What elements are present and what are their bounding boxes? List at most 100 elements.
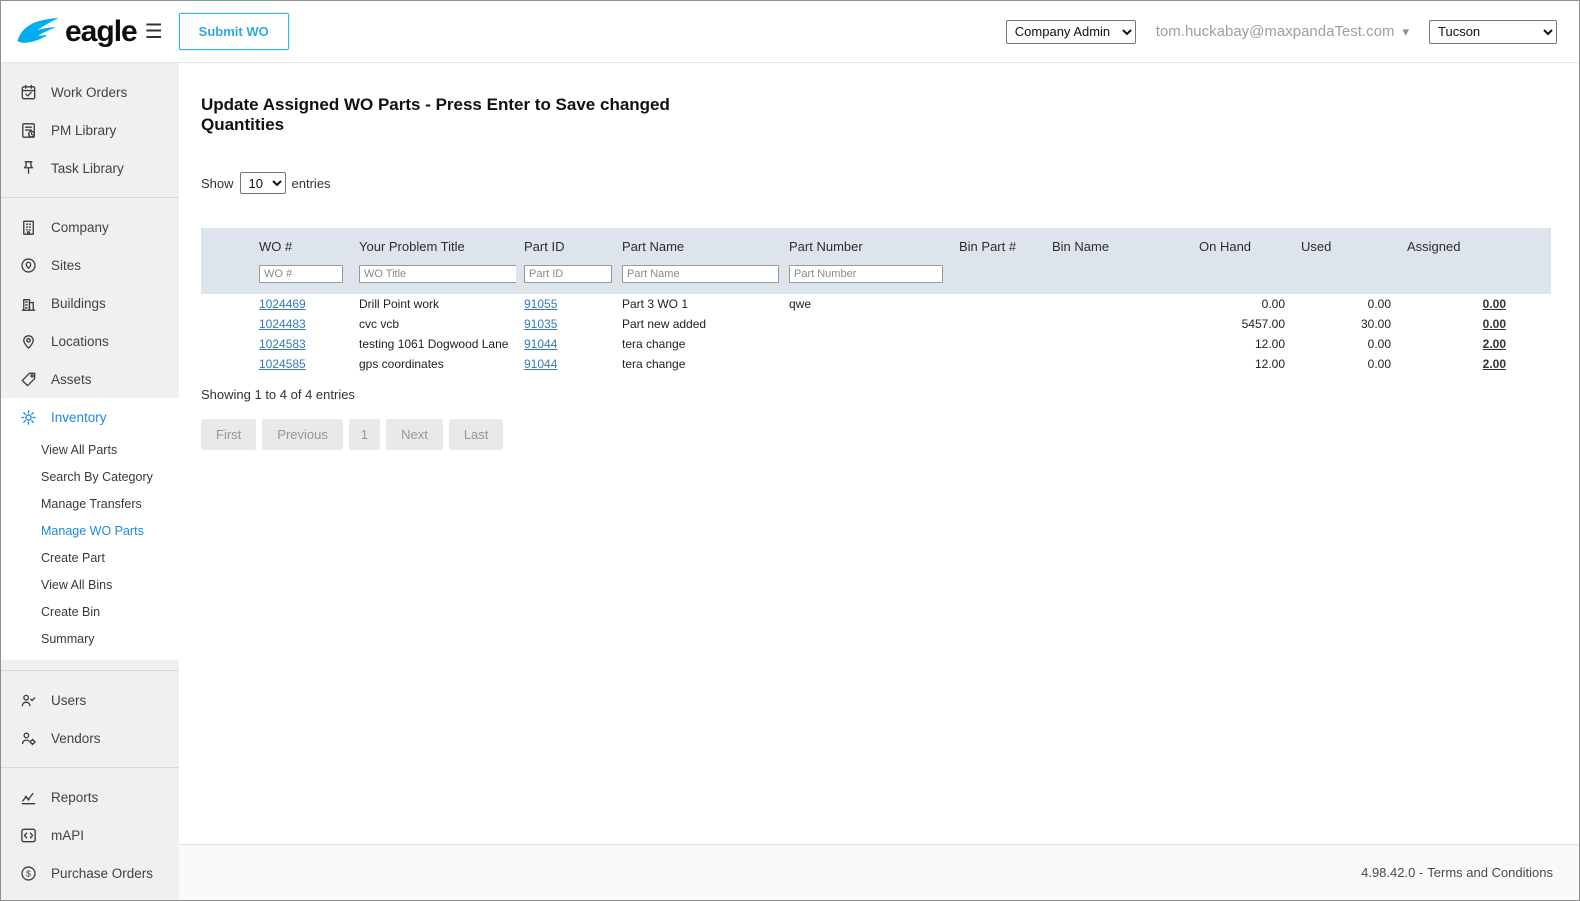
bin-part-cell: [951, 314, 1044, 334]
work-orders-icon: [21, 84, 36, 99]
problem-title-cell: testing 1061 Dogwood Lane: [359, 337, 509, 351]
sidebar-item-sites[interactable]: Sites: [1, 246, 179, 284]
wo-number-link[interactable]: 1024585: [259, 357, 306, 371]
column-header-on-hand[interactable]: On Hand: [1191, 228, 1293, 263]
column-header-part-name[interactable]: Part Name: [614, 228, 781, 263]
submenu-create-bin[interactable]: Create Bin: [1, 598, 179, 625]
sidebar-item-customers[interactable]: Customers: [1, 892, 179, 900]
submenu-manage-wo-parts[interactable]: Manage WO Parts: [1, 517, 179, 544]
sidebar-item-pm-library[interactable]: PM Library: [1, 111, 179, 149]
buildings-icon: [21, 298, 36, 311]
table-row: 1024469 Drill Point work 91055 Part 3 WO…: [201, 294, 1551, 314]
column-header-used[interactable]: Used: [1293, 228, 1399, 263]
terms-and-conditions-link[interactable]: Terms and Conditions: [1427, 865, 1553, 880]
on-hand-cell: 12.00: [1254, 357, 1285, 371]
used-cell: 0.00: [1367, 337, 1391, 351]
sites-icon: [21, 257, 36, 273]
wo-number-link[interactable]: 1024469: [259, 297, 306, 311]
sidebar-item-inventory[interactable]: Inventory: [1, 398, 179, 436]
part-id-link[interactable]: 91035: [524, 317, 557, 331]
page-title: Update Assigned WO Parts - Press Enter t…: [201, 95, 670, 134]
sidebar-item-label: Locations: [51, 333, 109, 349]
submenu-view-all-parts[interactable]: View All Parts: [1, 436, 179, 463]
submenu-create-part[interactable]: Create Part: [1, 544, 179, 571]
sidebar-item-users[interactable]: Users: [1, 681, 179, 719]
bin-part-cell: [951, 294, 1044, 314]
filter-wo-title-input[interactable]: [359, 265, 516, 283]
pagination-next-button[interactable]: Next: [386, 419, 443, 450]
sidebar-item-assets[interactable]: Assets: [1, 360, 179, 398]
pagination-first-button[interactable]: First: [201, 419, 257, 450]
sidebar-item-buildings[interactable]: Buildings: [1, 284, 179, 322]
sidebar-item-label: Inventory: [51, 409, 107, 425]
page-size-select[interactable]: 10: [239, 172, 286, 194]
bin-name-cell: [1044, 354, 1191, 374]
hamburger-menu-icon[interactable]: ☰: [145, 22, 163, 42]
role-select[interactable]: Company Admin: [1005, 19, 1136, 44]
part-number-cell: qwe: [789, 297, 812, 311]
user-menu[interactable]: tom.huckabay@maxpandaTest.com ▾: [1156, 23, 1409, 40]
part-id-link[interactable]: 91044: [524, 337, 557, 351]
column-header-part-id[interactable]: Part ID: [516, 228, 614, 263]
column-header-wo[interactable]: WO #: [201, 228, 351, 263]
site-select[interactable]: Tucson: [1429, 19, 1557, 44]
bin-part-cell: [951, 354, 1044, 374]
assigned-qty-link[interactable]: 0.00: [1483, 317, 1506, 331]
part-name-cell: Part 3 WO 1: [622, 297, 689, 311]
sidebar-item-reports[interactable]: Reports: [1, 778, 179, 816]
pagination-previous-button[interactable]: Previous: [262, 419, 343, 450]
table-row: 1024585 gps coordinates 91044 tera chang…: [201, 354, 1551, 374]
part-id-link[interactable]: 91044: [524, 357, 557, 371]
inventory-section: Inventory View All Parts Search By Categ…: [1, 398, 179, 660]
sidebar-divider: [1, 670, 179, 671]
used-cell: 0.00: [1367, 357, 1391, 371]
sidebar-item-label: Reports: [51, 789, 99, 805]
assigned-qty-link[interactable]: 2.00: [1483, 337, 1506, 351]
filter-part-id-input[interactable]: [524, 265, 612, 283]
column-header-problem-title[interactable]: Your Problem Title: [351, 228, 516, 263]
part-id-link[interactable]: 91055: [524, 297, 557, 311]
table-header-row: WO # Your Problem Title Part ID Part Nam…: [201, 228, 1551, 263]
submenu-summary[interactable]: Summary: [1, 625, 179, 652]
submit-wo-button[interactable]: Submit WO: [178, 13, 289, 50]
pagination-last-button[interactable]: Last: [448, 419, 504, 450]
logo-text: eagle: [65, 14, 138, 48]
sidebar-divider: [1, 767, 179, 768]
sidebar-item-company[interactable]: Company: [1, 208, 179, 246]
wo-number-link[interactable]: 1024583: [259, 337, 306, 351]
bin-name-cell: [1044, 334, 1191, 354]
filter-part-name-input[interactable]: [622, 265, 779, 283]
column-header-assigned[interactable]: Assigned: [1399, 228, 1551, 263]
submenu-view-all-bins[interactable]: View All Bins: [1, 571, 179, 598]
sidebar-item-locations[interactable]: Locations: [1, 322, 179, 360]
sidebar-item-task-library[interactable]: Task Library: [1, 149, 179, 187]
sidebar-item-mapi[interactable]: mAPI: [1, 816, 179, 854]
assigned-qty-link[interactable]: 0.00: [1483, 297, 1506, 311]
sidebar-item-label: Company: [51, 219, 109, 235]
app-window: eagle ☰ Submit WO Company Admin tom.huck…: [0, 0, 1580, 901]
eagle-logo[interactable]: eagle: [15, 14, 138, 49]
filter-part-number-input[interactable]: [789, 265, 943, 283]
sidebar-item-vendors[interactable]: Vendors: [1, 719, 179, 757]
inventory-icon: [21, 409, 36, 425]
sidebar-item-work-orders[interactable]: Work Orders: [1, 73, 179, 111]
bin-name-cell: [1044, 314, 1191, 334]
version-text: 4.98.42.0 -: [1361, 865, 1424, 880]
pagination-page-1-button[interactable]: 1: [348, 419, 381, 450]
column-header-bin-part[interactable]: Bin Part #: [951, 228, 1044, 263]
column-header-part-number[interactable]: Part Number: [781, 228, 951, 263]
table-row: 1024583 testing 1061 Dogwood Lane 91044 …: [201, 334, 1551, 354]
assigned-qty-link[interactable]: 2.00: [1483, 357, 1506, 371]
sidebar-item-label: Buildings: [51, 295, 106, 311]
vendors-icon: [21, 732, 36, 745]
sidebar-divider: [1, 197, 179, 198]
submenu-manage-transfers[interactable]: Manage Transfers: [1, 490, 179, 517]
submenu-search-by-category[interactable]: Search By Category: [1, 463, 179, 490]
problem-title-cell: gps coordinates: [359, 357, 444, 371]
filter-wo-input[interactable]: [259, 265, 343, 283]
column-header-bin-name[interactable]: Bin Name: [1044, 228, 1191, 263]
entries-label: entries: [291, 175, 331, 191]
wo-number-link[interactable]: 1024483: [259, 317, 306, 331]
sidebar-item-label: Work Orders: [51, 84, 128, 100]
sidebar-item-purchase-orders[interactable]: $ Purchase Orders: [1, 854, 179, 892]
